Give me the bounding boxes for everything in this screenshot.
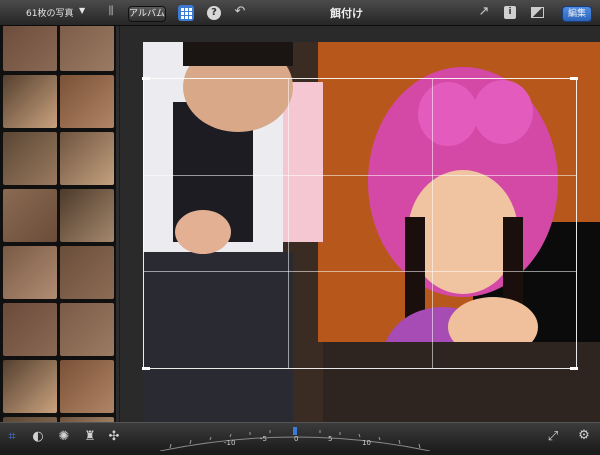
exposure-tool-icon[interactable]: ◐ <box>30 429 46 445</box>
dropdown-chevron-icon[interactable]: ▼ <box>79 6 85 15</box>
photo-count-label[interactable]: 61枚の写真 <box>26 6 73 19</box>
straighten-dial[interactable]: -10 -5 0 5 10 <box>159 427 431 452</box>
share-icon[interactable]: ↗ <box>476 4 492 20</box>
photo-thumbnail[interactable] <box>60 132 114 185</box>
crop-handle[interactable] <box>142 77 150 80</box>
crop-frame[interactable] <box>142 77 578 370</box>
photo-thumbnail[interactable] <box>3 132 57 185</box>
brushes-tool-icon[interactable]: ♜ <box>82 429 98 445</box>
edit-button[interactable]: 編集 <box>562 6 592 22</box>
grid-line <box>144 271 576 272</box>
sidebar-divider[interactable] <box>116 26 119 422</box>
photo-thumbnail[interactable] <box>3 26 57 71</box>
grid-line <box>432 79 433 368</box>
info-icon[interactable]: i <box>504 6 516 19</box>
color-tool-icon[interactable]: ✺ <box>56 429 72 445</box>
gear-icon[interactable]: ⚙ <box>576 428 592 444</box>
grid-line <box>144 175 576 176</box>
album-button[interactable]: アルバム <box>128 6 166 22</box>
crop-handle[interactable] <box>570 77 578 80</box>
dial-tick-label: 0 <box>294 435 299 443</box>
dial-tick-label: -10 <box>224 439 236 447</box>
dial-tick-label: -5 <box>260 435 267 443</box>
effects-tool-icon[interactable]: ✣ <box>106 429 122 445</box>
help-icon[interactable]: ? <box>207 6 221 20</box>
photo-thumbnail[interactable] <box>3 75 57 128</box>
page-title: 餌付け <box>330 7 363 20</box>
photo-thumbnail[interactable] <box>3 360 57 413</box>
grid-line <box>288 79 289 368</box>
photo-thumbnail[interactable] <box>3 189 57 242</box>
photo-thumbnail[interactable] <box>60 303 114 356</box>
compare-icon[interactable] <box>531 7 544 18</box>
photo-thumbnail[interactable] <box>60 75 114 128</box>
photo-thumbnail[interactable] <box>60 246 114 299</box>
photo-thumbnail[interactable] <box>60 189 114 242</box>
photo-thumbnail[interactable] <box>3 303 57 356</box>
crop-ratio-icon[interactable]: ⤢ <box>545 429 561 445</box>
grid-view-icon[interactable] <box>178 5 194 21</box>
crop-tool-icon[interactable]: ⌗ <box>4 429 20 445</box>
bottom-toolbar: ⌗ ◐ ✺ ♜ ✣ -10 -5 0 5 10 ⤢ ⚙ <box>0 422 600 452</box>
photo-thumbnail[interactable] <box>3 246 57 299</box>
sidebar-header: 61枚の写真 ▼ ||| <box>0 0 118 26</box>
photo-thumbnail[interactable] <box>60 26 114 71</box>
dial-tick-label: 5 <box>328 435 333 443</box>
crop-handle[interactable] <box>570 367 578 370</box>
grip-icon[interactable]: ||| <box>108 5 114 16</box>
photo-thumbnail[interactable] <box>60 360 114 413</box>
dial-tick-label: 10 <box>362 439 371 447</box>
crop-handle[interactable] <box>142 367 150 370</box>
photo-browser <box>0 26 118 422</box>
undo-icon[interactable]: ↶ <box>232 4 248 20</box>
